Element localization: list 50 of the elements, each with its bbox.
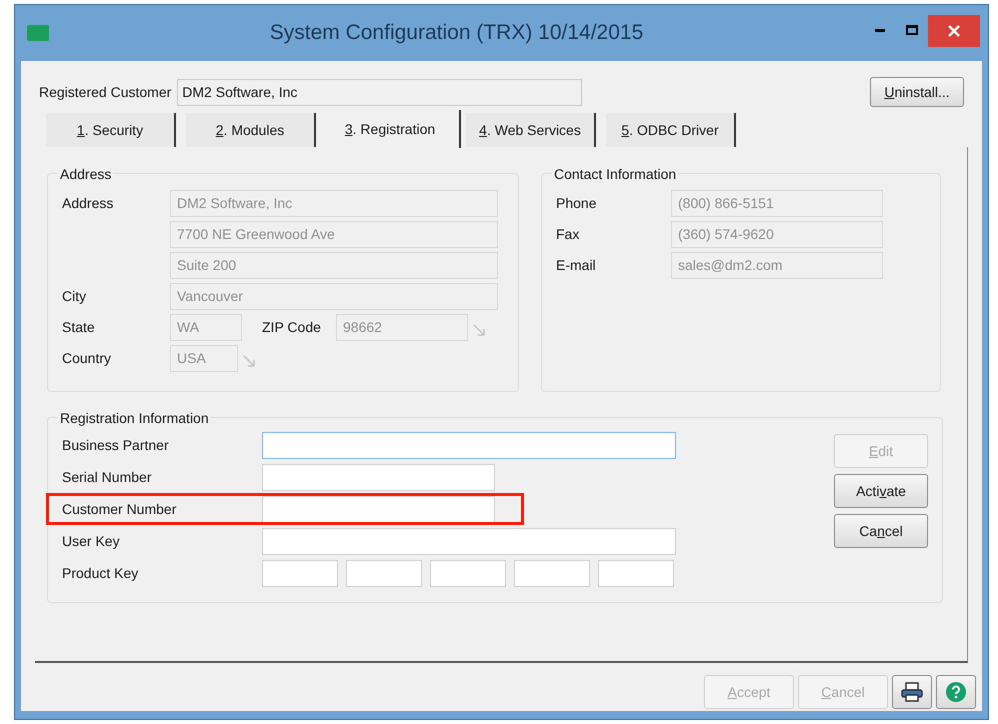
field-label: User Key (62, 532, 121, 551)
input-field[interactable] (262, 528, 676, 555)
lookup-icon[interactable] (242, 354, 256, 368)
field-label: Business Partner (62, 436, 170, 455)
address-field[interactable]: Suite 200 (170, 252, 498, 279)
country-field[interactable]: USA (170, 345, 238, 372)
field-label: Address (62, 194, 114, 213)
tab[interactable]: 5. ODBC Driver (606, 113, 736, 147)
close-icon (948, 25, 960, 37)
printer-icon (901, 682, 923, 702)
field-label: Phone (556, 194, 598, 213)
field-label: E-mail (556, 256, 597, 275)
registered-customer-field[interactable]: DM2 Software, Inc (177, 78, 582, 106)
field-label: Registered Customer (39, 82, 172, 102)
address-field[interactable]: 7700 NE Greenwood Ave (170, 221, 498, 248)
dialog-button[interactable]: Activate (834, 474, 928, 508)
input-field[interactable] (262, 432, 676, 459)
contact-field[interactable]: sales@dm2.com (671, 252, 883, 279)
app-icon (27, 25, 49, 41)
field-label: Fax (556, 225, 580, 244)
zip-code-field[interactable]: 98662 (336, 314, 468, 341)
input-field[interactable] (514, 560, 590, 587)
tab[interactable]: 2. Modules (186, 113, 316, 147)
input-field[interactable] (430, 560, 506, 587)
close-button[interactable] (928, 15, 980, 47)
input-field[interactable] (262, 496, 495, 523)
lookup-icon[interactable] (472, 323, 486, 337)
dialog-button[interactable]: Cancel (834, 514, 928, 548)
input-field[interactable] (598, 560, 674, 587)
field-label: Customer Number (62, 500, 178, 519)
field-label: State (62, 318, 96, 337)
input-field[interactable] (346, 560, 422, 587)
help-icon (945, 681, 967, 703)
field-label: Product Key (62, 564, 140, 583)
contact-field[interactable]: (800) 866-5151 (671, 190, 883, 217)
tab[interactable]: 4. Web Services (466, 113, 596, 147)
state-field[interactable]: WA (170, 314, 242, 341)
contact-field[interactable]: (360) 574-9620 (671, 221, 883, 248)
address-field[interactable]: Vancouver (170, 283, 498, 310)
uninstall-button[interactable]: Uninstall... (870, 77, 964, 107)
window-title: System Configuration (TRX) 10/14/2015 (268, 20, 644, 46)
field-label: Serial Number (62, 468, 152, 487)
field-label: City (62, 287, 88, 306)
field-label: Country (62, 349, 112, 368)
print-button[interactable] (892, 675, 932, 709)
tab[interactable]: 1. Security (46, 113, 176, 147)
input-field[interactable] (262, 464, 495, 491)
address-field[interactable]: DM2 Software, Inc (170, 190, 498, 217)
input-field[interactable] (262, 560, 338, 587)
field-label: ZIP Code (262, 318, 322, 337)
